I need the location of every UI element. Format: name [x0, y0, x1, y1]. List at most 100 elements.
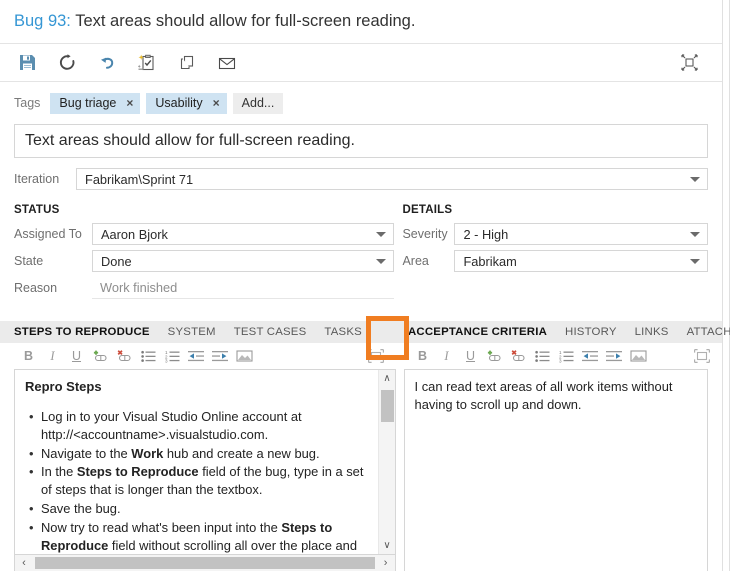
bold-button[interactable]: B — [18, 346, 39, 366]
copy-button[interactable] — [170, 48, 204, 78]
refresh-button[interactable] — [50, 48, 84, 78]
tag-remove-icon[interactable]: × — [126, 96, 133, 110]
underline-button[interactable]: U — [460, 346, 481, 366]
left-panel-maximize-button[interactable] — [365, 346, 386, 366]
tab-acceptance-criteria[interactable]: ACCEPTANCE CRITERIA — [408, 326, 547, 338]
insert-link-button[interactable] — [90, 346, 111, 366]
scroll-up-icon[interactable]: ∧ — [379, 370, 396, 387]
title-field[interactable]: Text areas should allow for full-screen … — [14, 124, 708, 158]
tag-chip[interactable]: Bug triage × — [50, 92, 141, 114]
hscrollbar-thumb[interactable] — [35, 557, 375, 569]
outdent-icon — [582, 350, 598, 361]
tab-system[interactable]: SYSTEM — [168, 326, 216, 338]
state-value: Done — [101, 253, 132, 269]
form-columns: STATUS Assigned To Aaron Bjork State Don… — [0, 204, 722, 304]
vertical-scrollbar[interactable]: ∧ ∨ — [377, 370, 396, 554]
reason-value: Work finished — [92, 277, 395, 299]
insert-link-icon — [93, 350, 107, 362]
remove-link-button[interactable] — [114, 346, 135, 366]
remove-link-icon — [117, 350, 131, 362]
indent-button[interactable] — [604, 346, 625, 366]
italic-button[interactable]: I — [436, 346, 457, 366]
save-button[interactable] — [10, 48, 44, 78]
insert-image-button[interactable] — [234, 346, 255, 366]
severity-combo[interactable]: 2 - High — [454, 223, 708, 245]
iteration-label: Iteration — [14, 172, 60, 186]
scrollbar-thumb[interactable] — [380, 390, 394, 422]
status-heading: STATUS — [14, 204, 60, 216]
undo-button[interactable] — [90, 48, 124, 78]
outdent-button[interactable] — [580, 346, 601, 366]
remove-link-button[interactable] — [508, 346, 529, 366]
svg-text:3: 3 — [165, 358, 168, 362]
numbered-list-button[interactable]: 1 2 3 — [556, 346, 577, 366]
insert-image-icon — [236, 350, 253, 362]
indent-icon — [606, 350, 622, 361]
indent-button[interactable] — [210, 346, 231, 366]
underline-button[interactable]: U — [66, 346, 87, 366]
tab-steps-to-reproduce[interactable]: STEPS TO REPRODUCE — [14, 326, 150, 338]
restore-down-button[interactable] — [672, 48, 706, 78]
scroll-left-icon[interactable]: ‹ — [15, 555, 33, 571]
numbered-list-icon: 1 2 3 — [559, 350, 574, 363]
email-button[interactable] — [210, 48, 244, 78]
work-item-form: Bug 93: Text areas should allow for full… — [0, 0, 730, 571]
assigned-to-combo[interactable]: Aaron Bjork — [92, 223, 395, 245]
area-label: Area — [402, 254, 429, 268]
right-editor-toolbar: B I U 1 2 3 — [400, 343, 722, 369]
bullet-list-icon — [141, 350, 156, 362]
steps-to-reproduce-content[interactable]: Repro Steps Log in to your Visual Studio… — [15, 370, 378, 554]
iteration-value: Fabrikam\Sprint 71 — [85, 171, 194, 187]
bullet-list-button[interactable] — [532, 346, 553, 366]
insert-link-button[interactable] — [484, 346, 505, 366]
scroll-down-icon[interactable]: ∨ — [379, 537, 396, 554]
right-editor-pane: I can read text areas of all work items … — [403, 369, 708, 571]
tag-remove-icon[interactable]: × — [213, 96, 220, 110]
acceptance-criteria-content[interactable]: I can read text areas of all work items … — [405, 370, 707, 571]
add-tag-button[interactable]: Add... — [232, 92, 284, 114]
bullet-list-button[interactable] — [138, 346, 159, 366]
assigned-to-value: Aaron Bjork — [101, 226, 168, 242]
tab-links[interactable]: LINKS — [635, 326, 669, 338]
new-linked-item-button[interactable] — [130, 48, 164, 78]
right-panel-maximize-button[interactable] — [691, 346, 712, 366]
tags-row: Tags Bug triage × Usability × Add... — [0, 82, 722, 124]
iteration-combo[interactable]: Fabrikam\Sprint 71 — [76, 168, 708, 190]
bullet-list-icon — [535, 350, 550, 362]
editor-toolbars: B I U 1 2 3 B I U 1 2 3 — [0, 343, 722, 369]
left-tabbar: STEPS TO REPRODUCE SYSTEM TEST CASES TAS… — [0, 321, 400, 343]
repro-steps-heading: Repro Steps — [25, 379, 102, 394]
numbered-list-button[interactable]: 1 2 3 — [162, 346, 183, 366]
right-tabbar: ACCEPTANCE CRITERIA HISTORY LINKS ATTACH… — [400, 321, 730, 343]
chevron-down-icon[interactable] — [376, 232, 387, 237]
steps-to-reproduce-editor[interactable]: Repro Steps Log in to your Visual Studio… — [14, 369, 396, 555]
tab-history[interactable]: HISTORY — [565, 326, 617, 338]
outdent-icon — [188, 350, 204, 361]
horizontal-scrollbar[interactable]: ‹ › — [14, 555, 396, 571]
reason-row: Reason Work finished — [14, 277, 395, 299]
tab-tasks[interactable]: TASKS — [324, 326, 362, 338]
tab-test-cases[interactable]: TEST CASES — [234, 326, 307, 338]
chevron-down-icon[interactable] — [690, 259, 700, 264]
state-combo[interactable]: Done — [92, 250, 395, 272]
area-combo[interactable]: Fabrikam — [454, 250, 708, 272]
work-item-toolbar — [0, 44, 722, 82]
work-item-id-link[interactable]: Bug 93: — [14, 12, 71, 30]
severity-value: 2 - High — [463, 226, 509, 242]
svg-text:3: 3 — [559, 358, 562, 362]
chevron-down-icon[interactable] — [376, 259, 387, 264]
save-icon — [19, 55, 35, 70]
chevron-down-icon[interactable] — [690, 177, 700, 182]
insert-image-button[interactable] — [628, 346, 649, 366]
scroll-right-icon[interactable]: › — [377, 555, 395, 571]
chevron-down-icon[interactable] — [690, 232, 700, 237]
italic-button[interactable]: I — [42, 346, 63, 366]
tab-attachment[interactable]: ATTACHMENT — [687, 326, 730, 338]
outdent-button[interactable] — [186, 346, 207, 366]
iteration-row: Iteration Fabrikam\Sprint 71 — [14, 168, 708, 190]
panel-divider — [722, 0, 723, 571]
copy-icon — [180, 55, 193, 70]
acceptance-criteria-editor[interactable]: I can read text areas of all work items … — [403, 369, 708, 571]
tag-chip[interactable]: Usability × — [146, 92, 227, 114]
bold-button[interactable]: B — [412, 346, 433, 366]
